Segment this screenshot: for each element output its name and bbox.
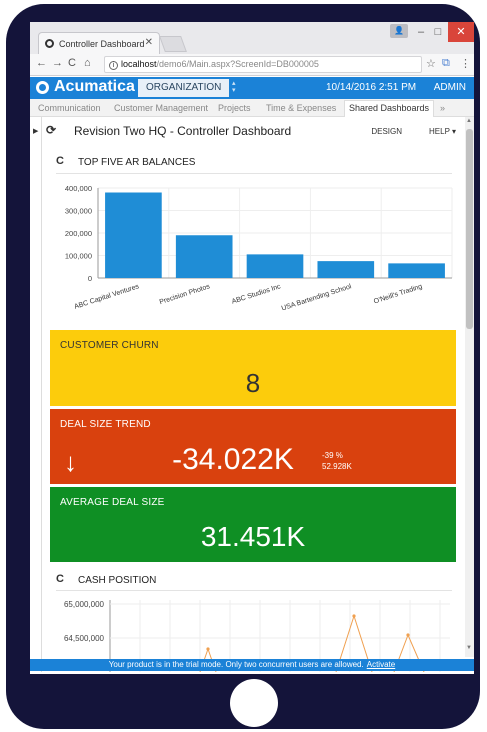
left-rail: ▶: [30, 117, 42, 672]
bar[interactable]: [246, 254, 304, 278]
category-label: ABC Capital Ventures: [73, 283, 140, 311]
expand-panel-icon[interactable]: ▶: [33, 127, 38, 135]
info-icon: i: [109, 61, 118, 70]
help-button[interactable]: HELP ▾: [429, 127, 456, 136]
page-title: Revision Two HQ - Controller Dashboard: [74, 124, 292, 138]
url-input[interactable]: i localhost/demo6/Main.aspx?ScreenId=DB00…: [104, 56, 422, 73]
more-menu-icon[interactable]: »: [440, 103, 445, 113]
star-icon[interactable]: ☆: [426, 57, 436, 70]
browser-tabbar: Controller Dashboard ✕ 👤 – □ ✕: [30, 22, 474, 54]
cash-refresh-icon[interactable]: C: [56, 573, 64, 585]
churn-title: CUSTOMER CHURN: [60, 340, 159, 351]
category-label: USA Bartending School: [281, 283, 353, 312]
ytick-label: 300,000: [65, 207, 92, 216]
menu-dots-icon[interactable]: ⋮: [460, 57, 471, 70]
ytick-label: 200,000: [65, 229, 92, 238]
bar[interactable]: [317, 261, 375, 278]
url-host: localhost: [121, 59, 157, 69]
average-deal-size-tile[interactable]: AVERAGE DEAL SIZE 31.451K: [50, 487, 456, 562]
trend-value: -34.022K: [172, 443, 294, 476]
user-menu[interactable]: ADMIN: [434, 82, 466, 93]
acumatica-tab-icon: [45, 39, 54, 48]
cash-ytick: 65,000,000: [64, 600, 105, 609]
logo-icon: [36, 80, 49, 94]
expand-arrows-icon[interactable]: ▴ ▾: [232, 80, 236, 94]
bar[interactable]: [105, 192, 162, 279]
ytick-label: 400,000: [65, 184, 92, 193]
reload-icon[interactable]: C: [68, 57, 76, 69]
new-tab-button[interactable]: [159, 36, 187, 52]
app-header: Acumatica ORGANIZATION ▴ ▾ 10/14/2016 2:5…: [30, 77, 474, 99]
cash-ytick: 64,500,000: [64, 634, 105, 643]
browser-tab[interactable]: Controller Dashboard ✕: [38, 32, 160, 54]
acumatica-logo[interactable]: Acumatica: [36, 78, 135, 96]
refresh-icon[interactable]: ⟳: [46, 123, 56, 137]
scroll-up-icon[interactable]: ▲: [466, 118, 472, 124]
menu-shared-dashboards[interactable]: Shared Dashboards: [344, 100, 435, 117]
address-bar: ← → C ⌂ i localhost/demo6/Main.aspx?Scree…: [30, 54, 474, 76]
ar-widget-title: TOP FIVE AR BALANCES: [78, 157, 196, 168]
maximize-icon[interactable]: □: [430, 22, 446, 42]
url-path: /demo6/Main.aspx?ScreenId=DB000005: [156, 59, 319, 69]
ar-chart-svg: 0 100,000 200,000 300,000 400,000 ABC Capital…: [65, 184, 453, 313]
page-title-row: ⟳ Revision Two HQ - Controller Dashboard…: [46, 122, 462, 142]
trial-notice-bar: Your product is in the trial mode. Only …: [30, 659, 474, 671]
ar-balances-chart: 0 100,000 200,000 300,000 400,000 ABC Capital…: [50, 182, 460, 332]
menu-time-expenses[interactable]: Time & Expenses: [266, 103, 336, 113]
cash-point: [406, 633, 410, 637]
scroll-thumb[interactable]: [466, 129, 473, 329]
avg-title: AVERAGE DEAL SIZE: [60, 497, 165, 508]
scroll-down-icon[interactable]: ▼: [466, 645, 472, 651]
design-button[interactable]: DESIGN: [371, 127, 402, 136]
cash-point: [206, 647, 210, 651]
ar-refresh-icon[interactable]: C: [56, 155, 64, 167]
brand-name: Acumatica: [54, 78, 135, 95]
ytick-label: 0: [88, 274, 92, 283]
bar[interactable]: [175, 235, 233, 278]
tab-title: Controller Dashboard: [59, 38, 145, 49]
cash-widget-header: C CASH POSITION: [56, 572, 356, 590]
datetime: 10/14/2016 2:51 PM: [326, 82, 417, 93]
category-label: O'Neill's Trading: [373, 283, 423, 305]
category-label: ABC Studios Inc: [231, 283, 282, 306]
close-tab-icon[interactable]: ✕: [145, 37, 153, 48]
tablet-frame: Controller Dashboard ✕ 👤 – □ ✕ ← → C ⌂ i…: [6, 4, 480, 729]
module-menu: Communication Customer Management Projec…: [30, 99, 474, 117]
scrollbar[interactable]: ▲ ▼: [465, 117, 474, 657]
category-label: Precision Photos: [159, 283, 212, 306]
menu-customer-management[interactable]: Customer Management: [114, 103, 208, 113]
ytick-label: 100,000: [65, 252, 92, 261]
home-icon[interactable]: ⌂: [84, 57, 91, 69]
close-window-icon[interactable]: ✕: [448, 22, 474, 42]
cash-point: [352, 614, 356, 618]
divider: [56, 590, 452, 591]
trial-message: Your product is in the trial mode. Only …: [108, 660, 364, 669]
avg-value: 31.451K: [200, 521, 306, 552]
bar[interactable]: [388, 263, 445, 278]
customer-churn-tile[interactable]: CUSTOMER CHURN 8: [50, 330, 456, 406]
trend-title: DEAL SIZE TREND: [60, 419, 151, 430]
trend-percent: -39 %: [322, 451, 343, 460]
cash-widget-title: CASH POSITION: [78, 575, 157, 586]
divider: [56, 173, 452, 174]
deal-size-trend-tile[interactable]: DEAL SIZE TREND ↓ -34.022K -39 % 52.928K: [50, 409, 456, 484]
organization-button[interactable]: ORGANIZATION: [138, 79, 230, 97]
translate-icon[interactable]: ⧉: [442, 57, 450, 70]
churn-value: 8: [245, 368, 261, 398]
user-profile-icon[interactable]: 👤: [390, 24, 408, 38]
home-button[interactable]: [230, 679, 278, 727]
activate-link[interactable]: Activate: [367, 660, 395, 669]
menu-projects[interactable]: Projects: [218, 103, 251, 113]
trend-previous-value: 52.928K: [322, 462, 352, 471]
menu-communication[interactable]: Communication: [38, 103, 101, 113]
minimize-icon[interactable]: –: [414, 22, 428, 42]
back-icon[interactable]: ←: [36, 57, 47, 69]
screen: Controller Dashboard ✕ 👤 – □ ✕ ← → C ⌂ i…: [30, 22, 474, 674]
forward-icon[interactable]: →: [52, 57, 63, 69]
ar-widget-header: C TOP FIVE AR BALANCES: [56, 154, 356, 172]
